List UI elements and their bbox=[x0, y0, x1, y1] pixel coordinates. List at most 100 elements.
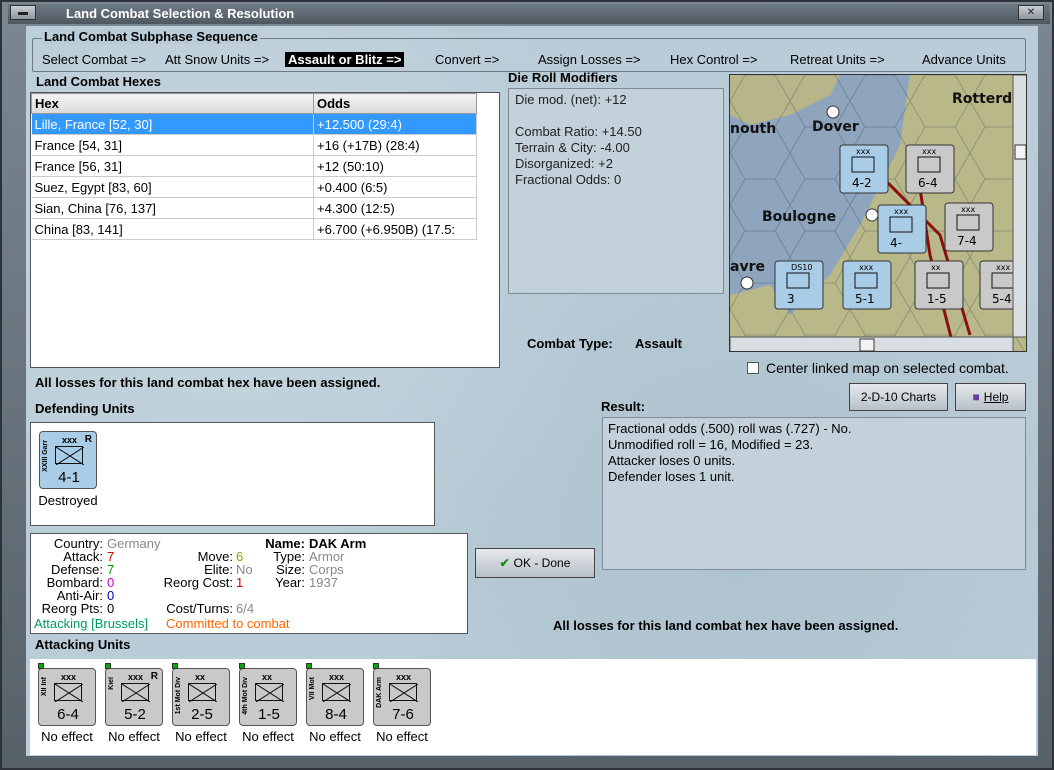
unit-status-dot bbox=[105, 663, 111, 669]
unit-name: XII Inf bbox=[41, 677, 48, 697]
unit-status-dot bbox=[239, 663, 245, 669]
subphase-step: Advance Units bbox=[922, 52, 1006, 67]
unit-size: xx bbox=[195, 672, 206, 682]
map-unit-strength: 3 bbox=[787, 292, 795, 306]
hex-row[interactable]: Suez, Egypt [83, 60] +0.400 (6:5) bbox=[31, 176, 477, 198]
unit-counter[interactable]: xxx XII Inf 6-4 bbox=[38, 663, 96, 726]
unit-type-icon bbox=[121, 683, 151, 703]
map-hscroll-thumb bbox=[859, 338, 875, 351]
map-unit-counter[interactable]: xx 1-5 bbox=[914, 260, 964, 310]
hexes-list[interactable]: Hex Odds Lille, France [52, 30] +12.500 (… bbox=[30, 92, 500, 368]
unit-size: xx bbox=[262, 672, 273, 682]
unit-counter[interactable]: xxx XXIII Garr R 4-1 bbox=[39, 431, 97, 489]
unit-strength: 8-4 bbox=[325, 706, 347, 723]
map-unit-counter[interactable]: xxx 5-1 bbox=[842, 260, 892, 310]
charts-button-label: 2-D-10 Charts bbox=[860, 390, 937, 404]
column-header-hex[interactable]: Hex bbox=[31, 93, 314, 114]
reorg-pts-value: 0 bbox=[107, 601, 115, 616]
map-label-dover: Dover bbox=[812, 119, 859, 135]
unit-strength: 2-5 bbox=[191, 706, 213, 723]
center-map-checkbox[interactable] bbox=[747, 362, 759, 374]
map-unit-counter[interactable]: DS10 3 bbox=[774, 260, 824, 310]
result-line: Fractional odds (.500) roll was (.727) -… bbox=[608, 421, 852, 436]
hex-cell: France [56, 31] bbox=[31, 155, 314, 177]
combat-type-label: Combat Type: bbox=[527, 336, 613, 351]
map-unit-size: xxx bbox=[961, 205, 975, 214]
map-unit-counter[interactable]: xxx 6-4 bbox=[905, 144, 955, 194]
hex-cell: Sian, China [76, 137] bbox=[31, 197, 314, 219]
hex-row[interactable]: France [56, 31] +12 (50:10) bbox=[31, 155, 477, 177]
hex-row[interactable]: China [83, 141] +6.700 (+6.950B) (17.5: bbox=[31, 218, 477, 240]
die-mod-line: Fractional Odds: 0 bbox=[515, 172, 622, 187]
unit-counter[interactable]: xx 1st Mot Div 2-5 bbox=[172, 663, 230, 726]
unit-counter[interactable]: xxx VII Mot 8-4 bbox=[306, 663, 364, 726]
map-unit-strength: 5-4 bbox=[992, 292, 1012, 306]
system-menu-button[interactable]: ▬ bbox=[10, 5, 36, 20]
subphase-step: Assault or Blitz => bbox=[285, 52, 405, 67]
unit-type-icon bbox=[188, 683, 218, 703]
city-dover bbox=[826, 105, 840, 119]
map-unit-size: DS10 bbox=[791, 263, 812, 272]
map-unit-strength: 4- bbox=[890, 236, 902, 250]
city-boulogne bbox=[865, 208, 879, 222]
map-unit-size: xxx bbox=[922, 147, 936, 156]
column-header-odds[interactable]: Odds bbox=[313, 93, 477, 114]
city-havre bbox=[740, 276, 754, 290]
linked-map[interactable]: Dover Rotterd nouth Boulogne avre xxx 4-2… bbox=[729, 74, 1027, 352]
map-unit-size: xxx bbox=[859, 263, 873, 272]
hexes-table[interactable]: Hex Odds Lille, France [52, 30] +12.500 (… bbox=[31, 93, 477, 240]
committed-status: Committed to combat bbox=[166, 616, 290, 631]
odds-cell: +6.700 (+6.950B) (17.5: bbox=[313, 218, 477, 240]
die-mod-line: Combat Ratio: +14.50 bbox=[515, 124, 642, 139]
defending-heading: Defending Units bbox=[35, 401, 135, 416]
map-vscroll-thumb bbox=[1014, 144, 1026, 160]
subphase-step: Retreat Units => bbox=[790, 52, 885, 67]
unit-status-dot bbox=[373, 663, 379, 669]
unit-name: VII Mot bbox=[309, 677, 316, 700]
attacking-heading: Attacking Units bbox=[35, 637, 131, 652]
hex-cell: Lille, France [52, 30] bbox=[31, 113, 314, 135]
unit-info-panel: Country: Germany Attack: 7 Defense: 7 Bo… bbox=[30, 533, 468, 634]
unit-counter[interactable]: xxx DAK Arm 7-6 bbox=[373, 663, 431, 726]
unit-counter[interactable]: xxx Kiel R 5-2 bbox=[105, 663, 163, 726]
unit-counter[interactable]: xx 4th Mot Div 1-5 bbox=[239, 663, 297, 726]
map-unit-strength: 4-2 bbox=[852, 176, 872, 190]
hex-cell: Suez, Egypt [83, 60] bbox=[31, 176, 314, 198]
hexes-heading: Land Combat Hexes bbox=[36, 74, 161, 89]
ok-done-label: OK - Done bbox=[513, 556, 571, 570]
title-bar: Land Combat Selection & Resolution bbox=[8, 4, 1050, 24]
unit-type-icon bbox=[55, 446, 85, 466]
window-title: Land Combat Selection & Resolution bbox=[66, 6, 295, 21]
map-label-plymouth: nouth bbox=[730, 121, 776, 137]
help-button-label: Help bbox=[983, 390, 1009, 404]
map-unit-counter[interactable]: xxx 4-2 bbox=[839, 144, 889, 194]
unit-strength: 1-5 bbox=[258, 706, 280, 723]
subphase-heading: Land Combat Subphase Sequence bbox=[42, 29, 260, 44]
reorg-pts-label: Reorg Pts: bbox=[41, 601, 103, 616]
defending-panel: xxx XXIII Garr R 4-1 Destroyed bbox=[30, 422, 435, 526]
hex-row[interactable]: France [54, 31] +16 (+17B) (28:4) bbox=[31, 134, 477, 156]
help-button[interactable]: ■ Help bbox=[955, 383, 1026, 411]
charts-button[interactable]: 2-D-10 Charts bbox=[849, 383, 948, 411]
subphase-step: Assign Losses => bbox=[538, 52, 641, 67]
hex-cell: China [83, 141] bbox=[31, 218, 314, 240]
odds-cell: +4.300 (12:5) bbox=[313, 197, 477, 219]
map-unit-counter[interactable]: xxx 7-4 bbox=[944, 202, 994, 252]
odds-cell: +16 (+17B) (28:4) bbox=[313, 134, 477, 156]
combat-type-value: Assault bbox=[635, 336, 682, 351]
hex-row[interactable]: Sian, China [76, 137] +4.300 (12:5) bbox=[31, 197, 477, 219]
unit-strength: 5-2 bbox=[124, 706, 146, 723]
unit-size: xxx bbox=[329, 672, 345, 682]
unit-size: xxx bbox=[128, 672, 144, 682]
subphase-step: Convert => bbox=[435, 52, 500, 67]
unit-status-dot bbox=[38, 663, 44, 669]
checkmark-icon: ✔ bbox=[499, 556, 510, 570]
ok-done-button[interactable]: ✔ OK - Done bbox=[475, 548, 595, 578]
year-value: 1937 bbox=[309, 575, 338, 590]
map-unit-counter[interactable]: xxx 4- bbox=[877, 204, 927, 254]
unit-size: xxx bbox=[61, 672, 77, 682]
hex-row[interactable]: Lille, France [52, 30] +12.500 (29:4) bbox=[31, 113, 477, 135]
result-line: Defender loses 1 unit. bbox=[608, 469, 735, 484]
close-button[interactable]: ✕ bbox=[1018, 5, 1044, 20]
map-unit-size: xxx bbox=[856, 147, 870, 156]
